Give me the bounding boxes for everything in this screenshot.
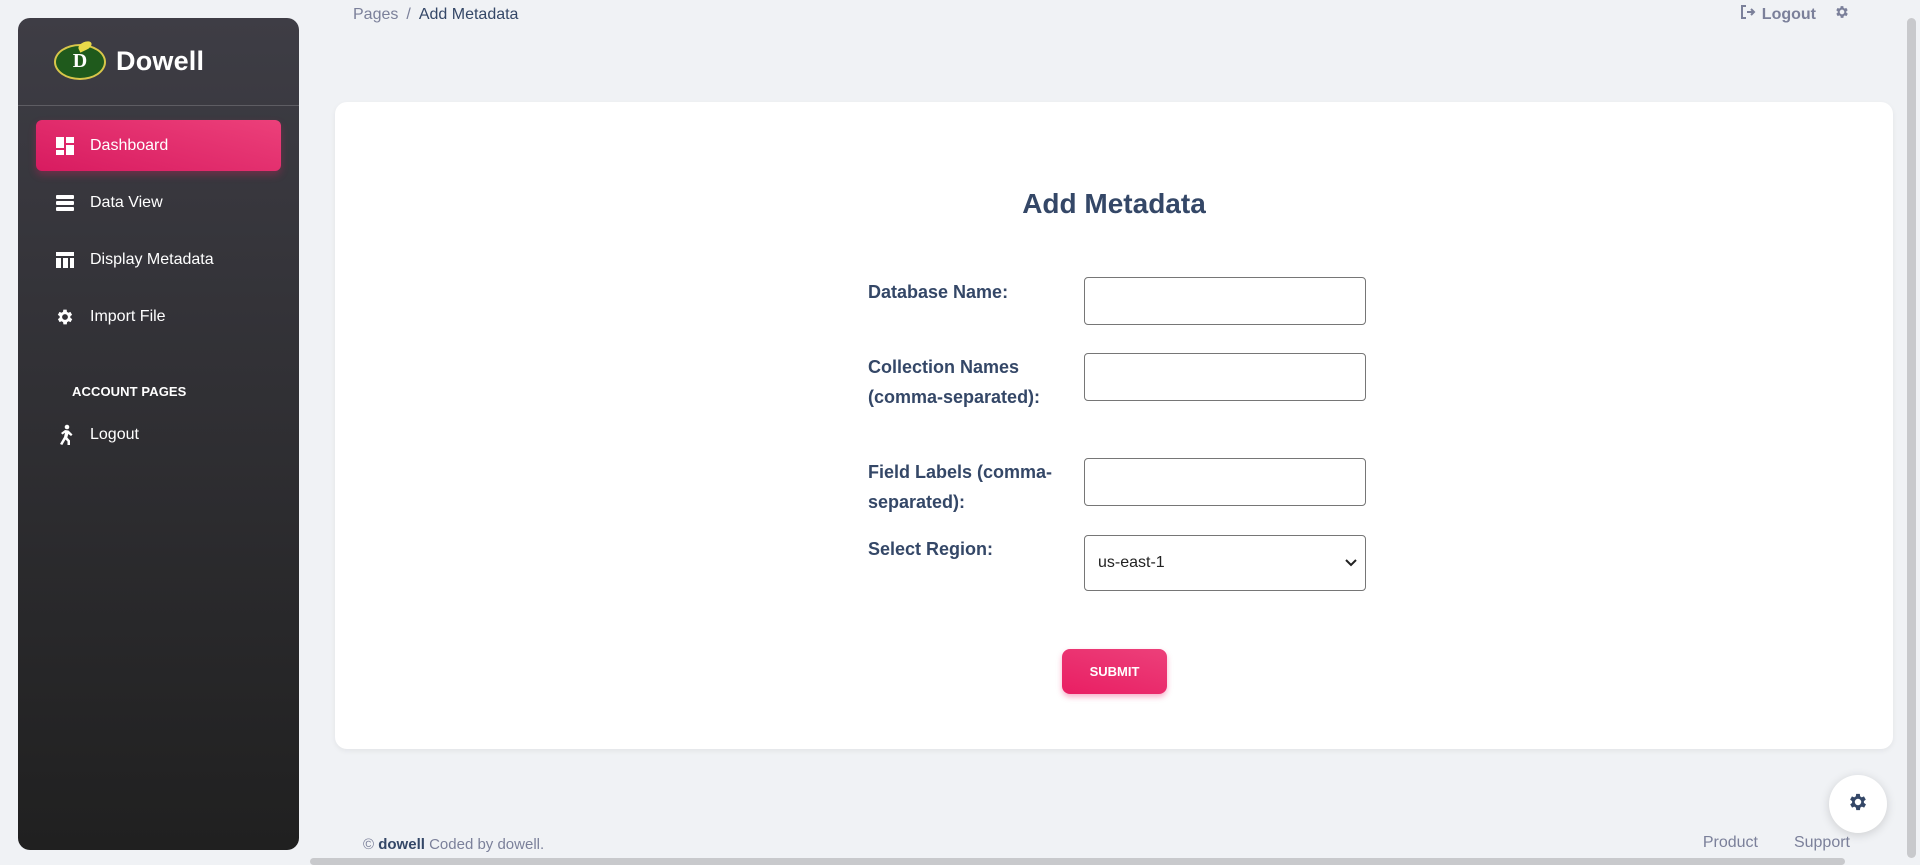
horizontal-scrollbar[interactable] — [310, 858, 1845, 865]
footer-link-product[interactable]: Product — [1703, 834, 1758, 852]
region-selected-value: us-east-1 — [1098, 554, 1165, 571]
submit-button[interactable]: SUBMIT — [1062, 649, 1167, 694]
footer-link-support[interactable]: Support — [1794, 834, 1850, 852]
footer-copyright: © dowell Coded by dowell. — [363, 836, 544, 853]
table-rows-icon — [54, 192, 76, 214]
region-select[interactable]: us-east-1 — [1084, 535, 1366, 591]
database-name-label: Database Name: — [868, 282, 1009, 302]
sidebar: D Dowell Dashboard Data View Display Met… — [18, 18, 299, 850]
running-person-icon — [54, 424, 76, 446]
sidebar-item-label: Import File — [90, 307, 166, 325]
footer-company: dowell — [378, 836, 425, 853]
sidebar-item-display-metadata[interactable]: Display Metadata — [36, 234, 281, 285]
top-right-actions: Logout — [1740, 4, 1850, 25]
gear-icon — [1847, 791, 1869, 818]
account-pages-heading: ACCOUNT PAGES — [72, 384, 187, 399]
sidebar-item-label: Dashboard — [90, 136, 169, 154]
breadcrumb-pages-link[interactable]: Pages — [353, 6, 398, 23]
dashboard-icon — [54, 135, 76, 157]
breadcrumb: Pages / Add Metadata — [353, 6, 518, 24]
table-chart-icon — [54, 249, 76, 271]
sidebar-item-logout[interactable]: Logout — [36, 409, 281, 460]
page-title: Add Metadata — [1022, 188, 1206, 219]
dowell-logo: D — [54, 38, 106, 80]
brand[interactable]: D Dowell — [18, 18, 299, 106]
breadcrumb-current: Add Metadata — [418, 6, 519, 23]
metadata-form-card: Add Metadata Database Name: Collection N… — [335, 102, 1893, 749]
copyright-symbol: © — [363, 836, 375, 853]
database-name-input[interactable] — [1084, 277, 1366, 325]
sidebar-item-label: Display Metadata — [90, 250, 214, 268]
field-labels-input[interactable] — [1084, 458, 1366, 506]
configurator-button[interactable] — [1829, 775, 1887, 833]
vertical-scrollbar[interactable] — [1907, 18, 1916, 858]
sidebar-item-import-file[interactable]: Import File — [36, 291, 281, 342]
collection-names-label: Collection Names (comma-separated): — [868, 357, 1041, 407]
select-region-label: Select Region: — [868, 539, 994, 559]
sidebar-item-label: Logout — [90, 425, 139, 443]
settings-gear-icon[interactable] — [1834, 4, 1850, 25]
logout-link[interactable]: Logout — [1740, 5, 1816, 24]
chevron-down-icon — [1345, 554, 1357, 572]
sidebar-item-dashboard[interactable]: Dashboard — [36, 120, 281, 171]
brand-name: Dowell — [116, 46, 205, 76]
sidebar-item-label: Data View — [90, 193, 163, 211]
collection-names-input[interactable] — [1084, 353, 1366, 401]
footer-links: Product Support — [1703, 834, 1850, 852]
logout-label: Logout — [1761, 5, 1816, 23]
sidebar-item-data-view[interactable]: Data View — [36, 177, 281, 228]
breadcrumb-separator: / — [406, 6, 411, 23]
field-labels-label: Field Labels (comma-separated): — [868, 462, 1053, 512]
logout-icon — [1740, 5, 1756, 24]
sidebar-nav: Dashboard Data View Display Metadata Imp… — [18, 106, 299, 460]
footer-coded-by: Coded by dowell. — [429, 836, 545, 853]
gear-icon — [54, 306, 76, 328]
